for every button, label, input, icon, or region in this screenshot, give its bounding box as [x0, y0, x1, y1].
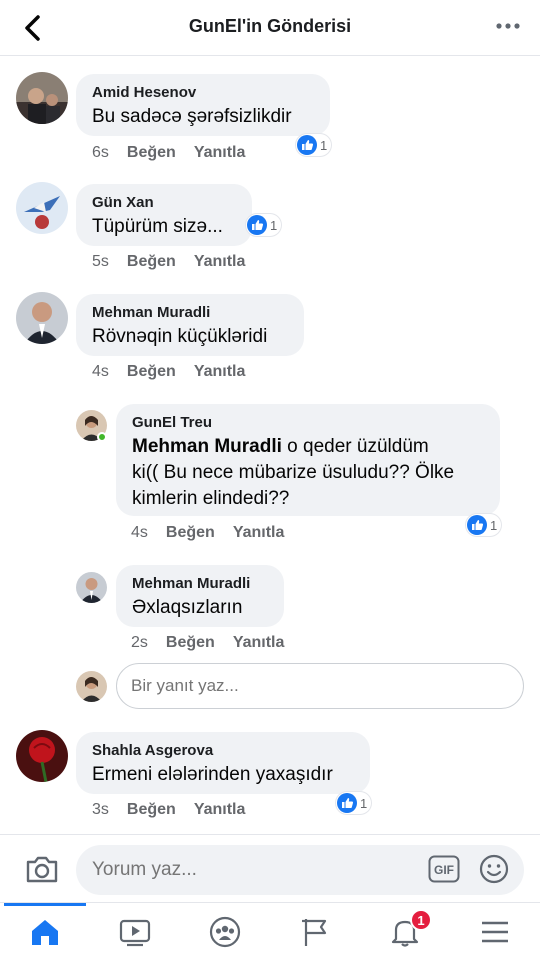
reply-button[interactable]: Yanıtla [233, 524, 285, 541]
groups-icon [209, 916, 241, 948]
avatar[interactable] [16, 182, 68, 234]
tab-menu[interactable] [450, 903, 540, 960]
tab-home[interactable] [0, 903, 90, 960]
like-reaction-icon [247, 215, 267, 235]
comment-bubble[interactable]: Gün Xan Tüpürüm sizə... [76, 184, 252, 246]
reaction-number: 1 [320, 137, 328, 153]
user-photo-icon [16, 730, 68, 782]
comment-time: 4s [92, 363, 109, 380]
reply-text: Mehman Muradli o qeder üzüldüm ki(( Bu ne… [132, 434, 484, 512]
comment-input[interactable] [76, 845, 406, 895]
comment-author[interactable]: Mehman Muradli [92, 304, 288, 321]
like-button[interactable]: Beğen [127, 144, 176, 161]
comment-field[interactable]: GIF [76, 845, 524, 895]
comment-text: Bu sadəcə şərəfsizlikdir [92, 106, 292, 127]
notification-badge: 1 [410, 909, 432, 931]
like-button[interactable]: Beğen [166, 524, 215, 541]
comment-actions: 2s Beğen Yanıtla [131, 634, 302, 652]
home-icon [32, 920, 58, 945]
comment-time: 6s [92, 144, 109, 161]
current-user-avatar [76, 671, 107, 702]
comment-actions: 3s Beğen Yanıtla [92, 801, 263, 819]
reaction-count[interactable]: 1 [296, 134, 332, 156]
comment-actions: 5s Beğen Yanıtla [92, 253, 263, 271]
like-button[interactable]: Beğen [127, 253, 176, 270]
comment-author[interactable]: Shahla Asgerova [92, 742, 354, 759]
avatar[interactable] [16, 292, 68, 344]
comment-time: 4s [131, 524, 148, 541]
like-reaction-icon [337, 793, 357, 813]
menu-icon [482, 921, 508, 943]
reply-button[interactable]: Yanıtla [194, 144, 246, 161]
reaction-count[interactable]: 1 [246, 214, 282, 236]
comment-actions: 4s Beğen Yanıtla [131, 524, 302, 542]
avatar[interactable] [16, 72, 68, 124]
like-button[interactable]: Beğen [127, 801, 176, 818]
comment-author[interactable]: Amid Hesenov [92, 84, 314, 101]
comment-bubble[interactable]: Shahla Asgerova Ermeni elələrinden yaxaş… [76, 732, 370, 794]
comment-composer: GIF [0, 834, 540, 902]
more-options-icon[interactable] [494, 12, 522, 40]
gif-icon[interactable]: GIF [428, 855, 460, 883]
reply-button[interactable]: Yanıtla [194, 801, 246, 818]
reply-bubble[interactable]: GunEl Treu Mehman Muradli o qeder üzüldü… [116, 404, 500, 516]
bottom-navigation: 1 [0, 902, 540, 960]
reaction-count[interactable]: 1 [336, 792, 372, 814]
reply-text: Əxlaqsızların [132, 597, 243, 618]
top-bar: GunEl'in Gönderisi [0, 0, 540, 56]
reply-bubble[interactable]: Mehman Muradli Əxlaqsızların [116, 565, 284, 627]
comment-time: 5s [92, 253, 109, 270]
user-photo-icon [76, 572, 107, 603]
reaction-count[interactable]: 1 [466, 514, 502, 536]
reply-input-container[interactable] [116, 663, 524, 709]
comment-time: 3s [92, 801, 109, 818]
pages-flag-icon [302, 919, 327, 946]
like-reaction-icon [297, 135, 317, 155]
comment-author[interactable]: Gün Xan [92, 194, 236, 211]
avatar[interactable] [16, 730, 68, 782]
comment-bubble[interactable]: Mehman Muradli Rövnəqin küçükləridi [76, 294, 304, 356]
tab-groups[interactable] [180, 903, 270, 960]
reply-text-line: ki(( Bu nece mübarize üsuludu?? Ölke [132, 462, 455, 483]
camera-icon[interactable] [24, 851, 60, 887]
reply-text-line: o qeder üzüldüm [281, 436, 429, 457]
like-button[interactable]: Beğen [127, 363, 176, 380]
emoji-icon[interactable] [478, 853, 510, 885]
like-button[interactable]: Beğen [166, 634, 215, 651]
comment-actions: 6s Beğen Yanıtla [92, 144, 263, 162]
reply-button[interactable]: Yanıtla [194, 253, 246, 270]
reply-button[interactable]: Yanıtla [233, 634, 285, 651]
reply-input[interactable] [117, 664, 523, 708]
user-photo-icon [16, 292, 68, 344]
comment-text: Rövnəqin küçükləridi [92, 326, 268, 347]
like-reaction-icon [467, 515, 487, 535]
user-photo-icon [16, 182, 68, 234]
avatar[interactable] [76, 572, 107, 603]
comment-actions: 4s Beğen Yanıtla [92, 363, 263, 381]
reply-button[interactable]: Yanıtla [194, 363, 246, 380]
comment-author[interactable]: GunEl Treu [132, 414, 484, 431]
online-status-dot [97, 432, 107, 442]
mention-link[interactable]: Mehman Muradli [132, 436, 282, 457]
tab-notifications[interactable]: 1 [360, 903, 450, 960]
reaction-number: 1 [490, 517, 498, 533]
tab-watch[interactable] [90, 903, 180, 960]
reply-text-line: kimlerin elindedi?? [132, 488, 290, 509]
user-photo-icon [16, 72, 68, 124]
comment-author[interactable]: Mehman Muradli [132, 575, 268, 592]
gif-label: GIF [434, 863, 454, 877]
video-icon [119, 919, 151, 947]
page-title: GunEl'in Gönderisi [188, 16, 352, 36]
comment-bubble[interactable]: Amid Hesenov Bu sadəcə şərəfsizlikdir [76, 74, 330, 136]
reaction-number: 1 [360, 795, 368, 811]
user-photo-icon [76, 671, 107, 702]
reaction-number: 1 [270, 217, 278, 233]
comment-time: 2s [131, 634, 148, 651]
comment-text: Ermeni elələrinden yaxaşıdır [92, 764, 333, 785]
comment-text: Tüpürüm sizə... [92, 216, 223, 237]
tab-pages[interactable] [270, 903, 360, 960]
